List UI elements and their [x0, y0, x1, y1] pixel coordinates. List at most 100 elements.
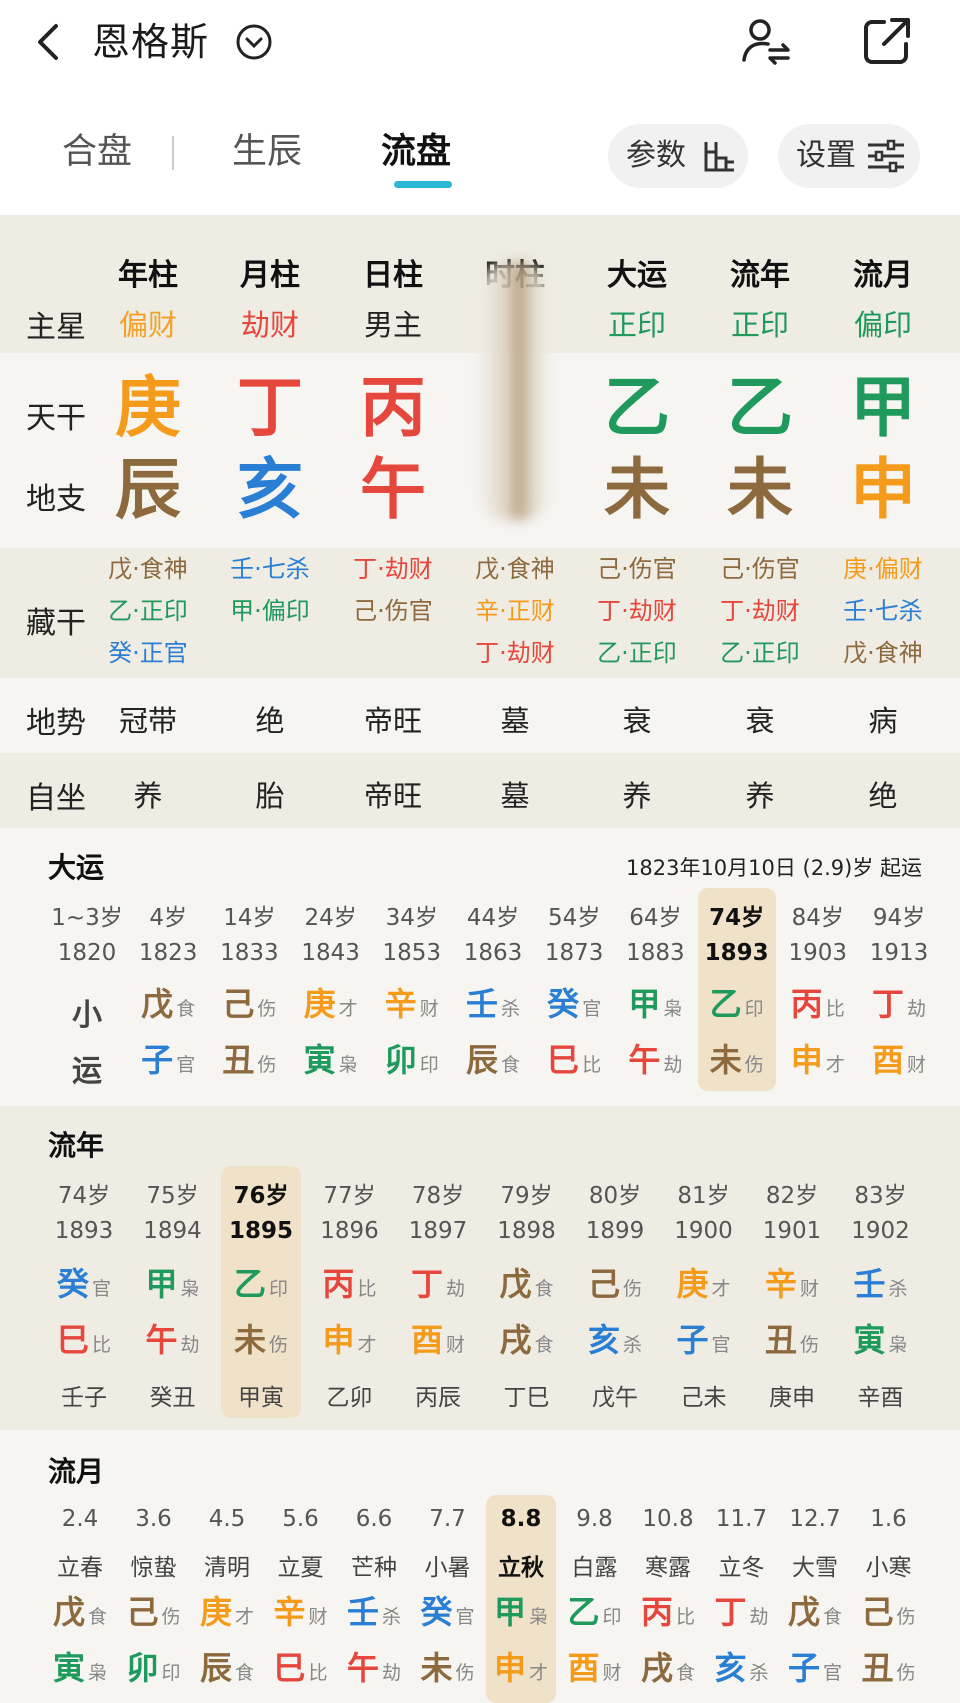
liunian-zhi[interactable]: 申才: [306, 1318, 394, 1367]
liuyue-term[interactable]: 立冬: [705, 1548, 779, 1582]
liunian-age[interactable]: 75岁: [129, 1176, 217, 1210]
liuyue-zhi[interactable]: 寅枭: [43, 1646, 117, 1695]
liuyue-date[interactable]: 12.7: [778, 1506, 852, 1532]
liuyue-term[interactable]: 立夏: [264, 1548, 338, 1582]
liunian-age[interactable]: 83岁: [837, 1176, 925, 1210]
dayun-age[interactable]: 84岁: [777, 898, 859, 932]
liuyue-zhi[interactable]: 申才: [484, 1646, 558, 1695]
earthly-branch[interactable]: 未: [705, 452, 815, 528]
liuyue-term[interactable]: 寒露: [631, 1548, 705, 1582]
liunian-year[interactable]: 1895: [217, 1218, 305, 1244]
dayun-gan[interactable]: 戊食: [127, 982, 209, 1031]
dayun-age[interactable]: 14岁: [208, 898, 290, 932]
liunian-year[interactable]: 1900: [660, 1218, 748, 1244]
liunian-gan[interactable]: 戊食: [483, 1262, 571, 1311]
liunian-age[interactable]: 78岁: [394, 1176, 482, 1210]
liuyue-gan[interactable]: 癸官: [411, 1590, 485, 1639]
dayun-age[interactable]: 1~3岁: [46, 898, 128, 932]
liuyue-date[interactable]: 4.5: [190, 1506, 264, 1532]
liuyue-date[interactable]: 8.8: [484, 1506, 558, 1532]
dayun-year[interactable]: 1833: [208, 940, 290, 966]
liunian-year[interactable]: 1896: [306, 1218, 394, 1244]
liunian-gan[interactable]: 壬杀: [837, 1262, 925, 1311]
liuyue-gan[interactable]: 乙印: [558, 1590, 632, 1639]
dayun-year[interactable]: 1913: [858, 940, 940, 966]
dayun-gan[interactable]: 辛财: [371, 982, 453, 1031]
liuyue-gan[interactable]: 己伤: [117, 1590, 191, 1639]
liunian-gan[interactable]: 乙印: [217, 1262, 305, 1311]
liuyue-zhi[interactable]: 卯印: [117, 1646, 191, 1695]
earthly-branch[interactable]: 亥: [215, 452, 325, 528]
liunian-age[interactable]: 76岁: [217, 1176, 305, 1210]
liunian-age[interactable]: 81岁: [660, 1176, 748, 1210]
liuyue-term[interactable]: 白露: [558, 1548, 632, 1582]
dayun-age[interactable]: 74岁: [696, 898, 778, 932]
liuyue-zhi[interactable]: 子官: [778, 1646, 852, 1695]
liuyue-date[interactable]: 2.4: [43, 1506, 117, 1532]
liunian-gan[interactable]: 甲枭: [129, 1262, 217, 1311]
liunian-age[interactable]: 80岁: [571, 1176, 659, 1210]
liunian-zhi[interactable]: 酉财: [394, 1318, 482, 1367]
liuyue-gan[interactable]: 壬杀: [337, 1590, 411, 1639]
share-icon[interactable]: [862, 16, 912, 66]
tab-hepan[interactable]: 合盘: [62, 128, 132, 176]
dayun-age[interactable]: 4岁: [127, 898, 209, 932]
dayun-zhi[interactable]: 辰食: [452, 1038, 534, 1087]
dayun-zhi[interactable]: 丑伤: [208, 1038, 290, 1087]
dayun-zhi[interactable]: 巳比: [533, 1038, 615, 1087]
liuyue-zhi[interactable]: 戌食: [631, 1646, 705, 1695]
heavenly-stem[interactable]: 乙: [582, 370, 692, 446]
dayun-year[interactable]: 1853: [371, 940, 453, 966]
liuyue-gan[interactable]: 戊食: [43, 1590, 117, 1639]
liuyue-term[interactable]: 大雪: [778, 1548, 852, 1582]
liuyue-date[interactable]: 10.8: [631, 1506, 705, 1532]
liuyue-term[interactable]: 小暑: [411, 1548, 485, 1582]
liuyue-term[interactable]: 芒种: [337, 1548, 411, 1582]
liuyue-zhi[interactable]: 亥杀: [705, 1646, 779, 1695]
dayun-age[interactable]: 54岁: [533, 898, 615, 932]
dayun-year[interactable]: 1903: [777, 940, 859, 966]
liunian-age[interactable]: 77岁: [306, 1176, 394, 1210]
switch-user-icon[interactable]: [738, 14, 794, 70]
liunian-zhi[interactable]: 午劫: [129, 1318, 217, 1367]
liuyue-term[interactable]: 立春: [43, 1548, 117, 1582]
liuyue-term[interactable]: 清明: [190, 1548, 264, 1582]
dayun-zhi[interactable]: 卯印: [371, 1038, 453, 1087]
liuyue-date[interactable]: 1.6: [852, 1506, 926, 1532]
liuyue-date[interactable]: 11.7: [705, 1506, 779, 1532]
liunian-zhi[interactable]: 亥杀: [571, 1318, 659, 1367]
liuyue-zhi[interactable]: 午劫: [337, 1646, 411, 1695]
liunian-gan[interactable]: 己伤: [571, 1262, 659, 1311]
back-arrow-icon[interactable]: [30, 18, 70, 66]
dayun-year[interactable]: 1863: [452, 940, 534, 966]
earthly-branch[interactable]: 申: [828, 452, 938, 528]
liunian-gan[interactable]: 癸官: [40, 1262, 128, 1311]
liuyue-gan[interactable]: 丁劫: [705, 1590, 779, 1639]
liunian-year[interactable]: 1901: [748, 1218, 836, 1244]
liunian-zhi[interactable]: 子官: [660, 1318, 748, 1367]
liuyue-date[interactable]: 9.8: [558, 1506, 632, 1532]
dayun-year[interactable]: 1883: [614, 940, 696, 966]
liunian-year[interactable]: 1894: [129, 1218, 217, 1244]
person-name[interactable]: 恩格斯: [92, 18, 209, 66]
liunian-gan[interactable]: 庚才: [660, 1262, 748, 1311]
dayun-zhi[interactable]: 寅枭: [290, 1038, 372, 1087]
liunian-gan[interactable]: 丁劫: [394, 1262, 482, 1311]
liuyue-zhi[interactable]: 巳比: [264, 1646, 338, 1695]
liunian-year[interactable]: 1898: [483, 1218, 571, 1244]
heavenly-stem[interactable]: 丙: [338, 370, 448, 446]
dayun-gan[interactable]: 甲枭: [614, 982, 696, 1031]
liunian-age[interactable]: 74岁: [40, 1176, 128, 1210]
liunian-zhi[interactable]: 巳比: [40, 1318, 128, 1367]
dayun-zhi[interactable]: 酉财: [858, 1038, 940, 1087]
liuyue-gan[interactable]: 丙比: [631, 1590, 705, 1639]
dayun-gan[interactable]: 壬杀: [452, 982, 534, 1031]
dayun-age[interactable]: 94岁: [858, 898, 940, 932]
dayun-year[interactable]: 1823: [127, 940, 209, 966]
liunian-year[interactable]: 1897: [394, 1218, 482, 1244]
dayun-age[interactable]: 34岁: [371, 898, 453, 932]
dayun-zhi[interactable]: 子官: [127, 1038, 209, 1087]
dayun-zhi[interactable]: 未伤: [696, 1038, 778, 1087]
liuyue-gan[interactable]: 庚才: [190, 1590, 264, 1639]
liuyue-gan[interactable]: 甲枭: [484, 1590, 558, 1639]
